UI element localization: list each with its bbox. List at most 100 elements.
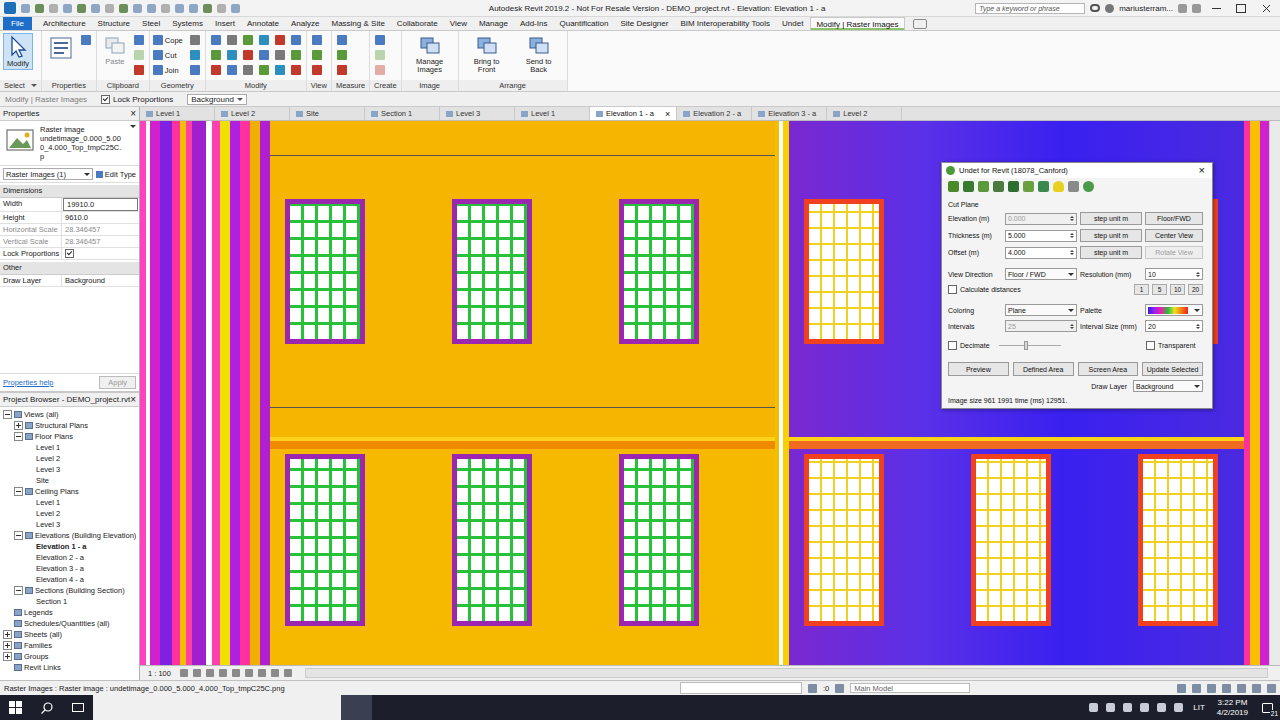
property-group[interactable]: Dimensions [0,185,139,198]
tray-icon[interactable] [1157,703,1166,712]
view-action-button[interactable]: Center View [1145,229,1203,242]
close-button[interactable]: × [1196,165,1208,176]
tray-icon[interactable] [1089,703,1098,712]
minimize-icon[interactable] [1206,1,1226,15]
toolbar-icon[interactable] [1008,181,1019,192]
quick-access-icon[interactable] [119,4,128,13]
tree-item[interactable]: Level 1 [0,442,139,453]
expand-toggle-icon[interactable] [3,641,12,650]
quick-access-icon[interactable] [35,4,44,13]
step-unit-button[interactable]: step unit m [1080,229,1142,242]
tree-item[interactable]: Level 3 [0,519,139,530]
ribbon-icon-button[interactable] [225,63,239,77]
ribbon-icon-button[interactable] [373,33,387,47]
ribbon-icon-button[interactable] [310,48,324,62]
view-control-icon[interactable] [284,669,292,677]
spin-arrows-icon[interactable] [1194,272,1202,277]
toolbar-icon[interactable] [1068,181,1079,192]
tree-item[interactable]: Revit Links [0,662,139,673]
tree-item[interactable]: Elevation 1 - a [0,541,139,552]
ribbon-icon-button[interactable] [79,33,93,47]
properties-help-link[interactable]: Properties help [3,378,53,387]
calculate-distances[interactable]: Calculate distances [948,285,1077,294]
tray-icon[interactable] [1174,703,1183,712]
selection-filter-icon[interactable] [1252,684,1261,693]
quick-access-icon[interactable] [91,4,100,13]
tree-item[interactable]: Section 1 [0,596,139,607]
ribbon-icon-button[interactable] [132,33,146,47]
tree-item[interactable]: Level 3 [0,464,139,475]
view-action-button[interactable]: Floor/FWD [1145,212,1203,225]
spin-arrows-icon[interactable] [1068,250,1076,255]
ribbon-icon-button[interactable] [225,48,239,62]
dialog-button[interactable]: Preview [948,362,1009,376]
number-field[interactable]: 4.000 [1005,247,1077,259]
draw-layer-select[interactable]: Background [187,94,247,105]
view-control-icon[interactable] [258,669,266,677]
ribbon-large-button[interactable]: Paste [100,33,130,68]
input-language[interactable]: LIT [1187,695,1211,720]
spin-arrows-icon[interactable] [1068,216,1076,221]
ribbon-icon-button[interactable] [241,33,255,47]
ribbon-icon-button[interactable] [257,63,271,77]
tree-item[interactable]: Sheets (all) [0,629,139,640]
expand-toggle-icon[interactable] [14,531,23,540]
tree-item[interactable]: Legends [0,607,139,618]
resolution-preset-button[interactable]: 5 [1152,284,1167,295]
decimate[interactable]: Decimate [948,341,1077,350]
ribbon-icon-button[interactable] [310,63,324,77]
ribbon-tab[interactable]: Quantification [554,17,613,30]
view-control-icon[interactable] [245,669,253,677]
tree-item[interactable]: Groups [0,651,139,662]
ribbon-icon-button[interactable] [209,48,223,62]
quick-access-icon[interactable] [63,4,72,13]
ribbon-icon-button[interactable] [289,63,303,77]
draw-layer-select[interactable]: Background [1133,380,1203,392]
help-icon[interactable] [1192,4,1201,13]
toolbar-icon[interactable] [1083,181,1094,192]
ribbon-icon-button[interactable] [273,48,287,62]
dropdown-icon[interactable] [31,84,37,87]
view-tab[interactable]: Level 2 [215,107,290,120]
revit-logo-icon[interactable] [4,2,16,14]
spin-arrows-icon[interactable] [1068,324,1076,329]
quick-access-icon[interactable] [77,4,86,13]
lock-proportions[interactable]: Lock Proportions [101,95,173,104]
view-scale[interactable]: 1 : 100 [148,669,171,678]
resolution-preset-button[interactable]: 10 [1170,284,1185,295]
close-tab-button[interactable]: × [665,109,670,119]
ribbon-large-button[interactable]: Bring to Front [462,33,512,76]
ribbon-icon-button[interactable] [373,48,387,62]
tree-item[interactable]: Elevations (Building Elevation) [0,530,139,541]
vertical-scrollbar[interactable] [1269,121,1280,665]
ribbon-icon-button[interactable] [209,63,223,77]
expand-toggle-icon[interactable] [14,487,23,496]
expand-toggle-icon[interactable] [14,421,23,430]
toolbar-icon[interactable] [1023,181,1034,192]
taskbar-app[interactable]: S [217,695,248,720]
ribbon-tab[interactable]: Add-Ins [515,17,553,30]
resolution-preset-button[interactable]: 20 [1188,284,1203,295]
tree-item[interactable]: Floor Plans [0,431,139,442]
taskbar-app[interactable]: W [279,695,310,720]
cart-icon[interactable] [1178,4,1187,13]
tree-item[interactable]: Ceiling Plans [0,486,139,497]
task-view-button[interactable] [62,695,93,720]
start-button[interactable] [0,695,31,720]
tree-item[interactable]: Elevation 4 - a [0,574,139,585]
view-tab[interactable]: Elevation 1 - a× [590,107,677,120]
view-tab[interactable]: Level 2 [827,107,902,120]
spin-arrows-icon[interactable] [1068,233,1076,238]
view-tab[interactable]: Elevation 2 - a [677,107,752,120]
ribbon-tab[interactable]: Collaborate [392,17,443,30]
expand-toggle-icon[interactable] [3,630,12,639]
instance-filter[interactable]: Raster Images (1) [3,168,93,180]
number-field[interactable]: 5.000 [1005,230,1077,242]
tree-item[interactable]: Structural Plans [0,420,139,431]
dialog-button[interactable]: Defined Area [1013,362,1074,376]
ribbon-icon-button[interactable] [335,63,349,77]
close-window-icon[interactable] [1256,1,1276,15]
view-tab[interactable]: Level 1 [140,107,215,120]
quick-access-icon[interactable] [217,4,226,13]
quick-access-icon[interactable] [161,4,170,13]
